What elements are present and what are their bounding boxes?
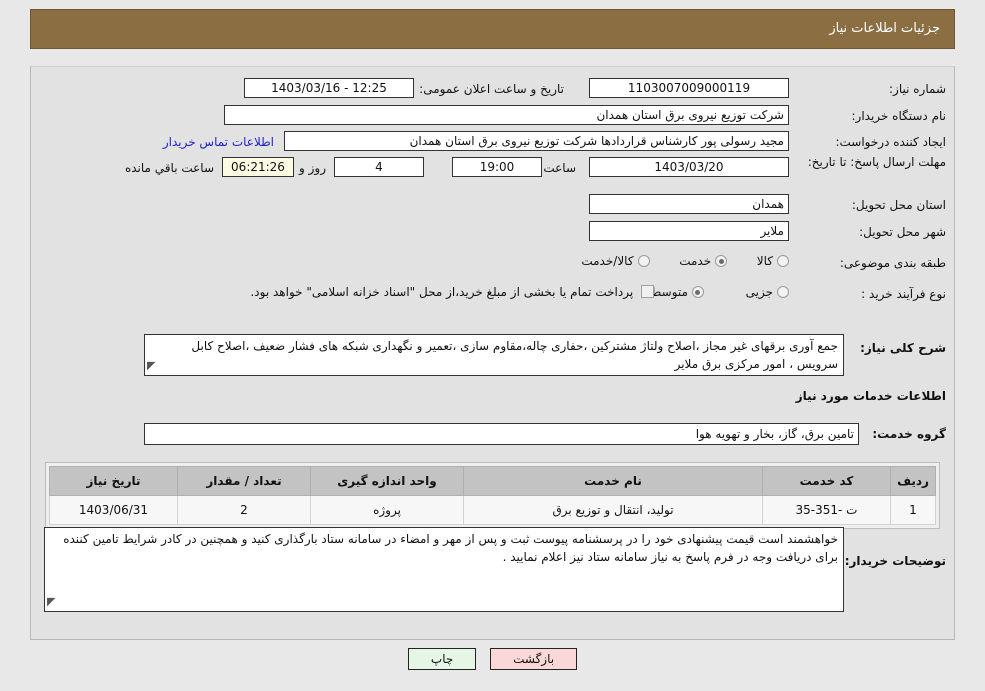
cell-row-no: 1	[890, 495, 936, 525]
radio-icon[interactable]	[777, 255, 789, 267]
column-header-service-code: کد خدمت	[762, 466, 891, 496]
radio-icon[interactable]	[777, 286, 789, 298]
classification-label: طبقه بندی موضوعی:	[839, 256, 946, 270]
column-header-quantity: تعداد / مقدار	[177, 466, 311, 496]
announce-datetime-label: تاریخ و ساعت اعلان عمومی:	[419, 82, 564, 96]
resize-handle-icon[interactable]: ◥	[147, 357, 155, 375]
buyer-org-label: نام دستگاه خریدار:	[851, 109, 947, 123]
buyer-notes-textarea[interactable]: خواهشمند است قیمت پیشنهادی خود را در پرس…	[44, 527, 844, 612]
service-group-label: گروه خدمت:	[872, 427, 946, 441]
city-value: ملایر	[589, 221, 789, 241]
need-info-form: شماره نیاز: 1103007009000119 تاریخ و ساع…	[31, 67, 954, 329]
radio-icon[interactable]	[637, 255, 650, 267]
column-header-service-name: نام خدمت	[463, 466, 763, 496]
column-header-row-no: ردیف	[890, 466, 936, 496]
cell-need-date: 1403/06/31	[49, 495, 178, 525]
cell-service-code: ت -351-35	[762, 495, 891, 525]
description-textarea[interactable]: جمع آوری برقهای غیر مجاز ،اصلاح ولتاژ مش…	[144, 334, 844, 376]
details-panel: شماره نیاز: 1103007009000119 تاریخ و ساع…	[30, 66, 955, 640]
classification-option-label: خدمت	[679, 254, 712, 268]
classification-radio-khedmat[interactable]: خدمت	[675, 254, 728, 268]
deadline-date-value: 1403/03/20	[589, 157, 789, 177]
service-group-value: تامین برق، گاز، بخار و تهویه هوا	[144, 423, 859, 445]
need-details-body: شرح کلی نیاز: جمع آوری برقهای غیر مجاز ،…	[31, 329, 954, 639]
radio-icon[interactable]	[691, 286, 704, 298]
announce-datetime-value: 1403/03/16 - 12:25	[244, 78, 414, 98]
back-button[interactable]: بازگشت	[490, 648, 578, 670]
radio-icon[interactable]	[715, 255, 728, 267]
description-value: جمع آوری برقهای غیر مجاز ،اصلاح ولتاژ مش…	[191, 339, 838, 371]
remaining-days-label: روز و	[299, 161, 326, 175]
deadline-time-value: 19:00	[452, 157, 542, 177]
buyer-org-value: شرکت توزیع نیروی برق استان همدان	[224, 105, 789, 125]
purchase-type-radio-jozi[interactable]: جزیی	[742, 285, 789, 299]
services-section-title: اطلاعات خدمات مورد نیاز	[795, 389, 946, 403]
treasury-bond-label: پرداخت تمام یا بخشی از مبلغ خرید،از محل …	[250, 285, 634, 299]
classification-radio-kala-khedmat[interactable]: کالا/خدمت	[581, 254, 650, 268]
checkbox-icon[interactable]	[641, 285, 654, 298]
need-number-label: شماره نیاز:	[889, 82, 946, 96]
requester-value: مجید رسولی پور کارشناس قراردادها شرکت تو…	[284, 131, 789, 151]
buyer-contact-link[interactable]: اطلاعات تماس خریدار	[163, 135, 274, 149]
purchase-type-radio-group: جزیی متوسط	[650, 285, 789, 299]
requester-label: ایجاد کننده درخواست:	[835, 135, 946, 149]
province-value: همدان	[589, 194, 789, 214]
purchase-type-option-label: جزیی	[745, 285, 773, 299]
table-row: 1 ت -351-35 تولید، انتقال و توزیع برق پر…	[49, 495, 936, 525]
cell-unit: پروژه	[310, 495, 464, 525]
purchase-type-radio-motavasset[interactable]: متوسط	[650, 285, 704, 299]
province-label: استان محل تحویل:	[851, 198, 946, 212]
remaining-time-countdown: 06:21:26	[222, 157, 294, 177]
remaining-time-label: ساعت باقي مانده	[124, 161, 214, 175]
purchase-type-label: نوع فرآیند خرید :	[861, 287, 946, 301]
city-label: شهر محل تحویل:	[859, 225, 946, 239]
treasury-bond-checkbox-row[interactable]: پرداخت تمام یا بخشی از مبلغ خرید،از محل …	[250, 285, 654, 299]
need-number-value: 1103007009000119	[589, 78, 789, 98]
classification-radio-kala[interactable]: کالا	[753, 254, 789, 268]
table-header-row: ردیف کد خدمت نام خدمت واحد اندازه گیری ت…	[49, 466, 936, 496]
column-header-unit: واحد اندازه گیری	[310, 466, 464, 496]
classification-option-label: کالا/خدمت	[581, 254, 634, 268]
cell-service-name: تولید، انتقال و توزیع برق	[463, 495, 763, 525]
purchase-type-option-label: متوسط	[650, 285, 688, 299]
services-table: ردیف کد خدمت نام خدمت واحد اندازه گیری ت…	[49, 466, 936, 525]
classification-radio-group: کالا خدمت کالا/خدمت	[581, 254, 789, 268]
footer-button-row: بازگشت چاپ	[0, 648, 985, 670]
buyer-notes-value: خواهشمند است قیمت پیشنهادی خود را در پرس…	[63, 532, 838, 564]
services-table-wrapper: ردیف کد خدمت نام خدمت واحد اندازه گیری ت…	[45, 462, 940, 529]
cell-quantity: 2	[177, 495, 311, 525]
description-label: شرح کلی نیاز:	[860, 341, 946, 355]
deadline-time-label: ساعت	[543, 161, 576, 175]
remaining-days-value: 4	[334, 157, 424, 177]
column-header-need-date: تاریخ نیاز	[49, 466, 178, 496]
resize-handle-icon[interactable]: ◥	[47, 593, 55, 611]
print-button[interactable]: چاپ	[407, 648, 477, 670]
page-title: جزئیات اطلاعات نیاز	[829, 21, 940, 36]
classification-option-label: کالا	[756, 254, 773, 268]
buyer-notes-label: توضیحات خریدار:	[844, 554, 946, 568]
page-header: جزئیات اطلاعات نیاز	[30, 9, 955, 49]
deadline-label: مهلت ارسال پاسخ: تا تاریخ:	[807, 155, 946, 169]
